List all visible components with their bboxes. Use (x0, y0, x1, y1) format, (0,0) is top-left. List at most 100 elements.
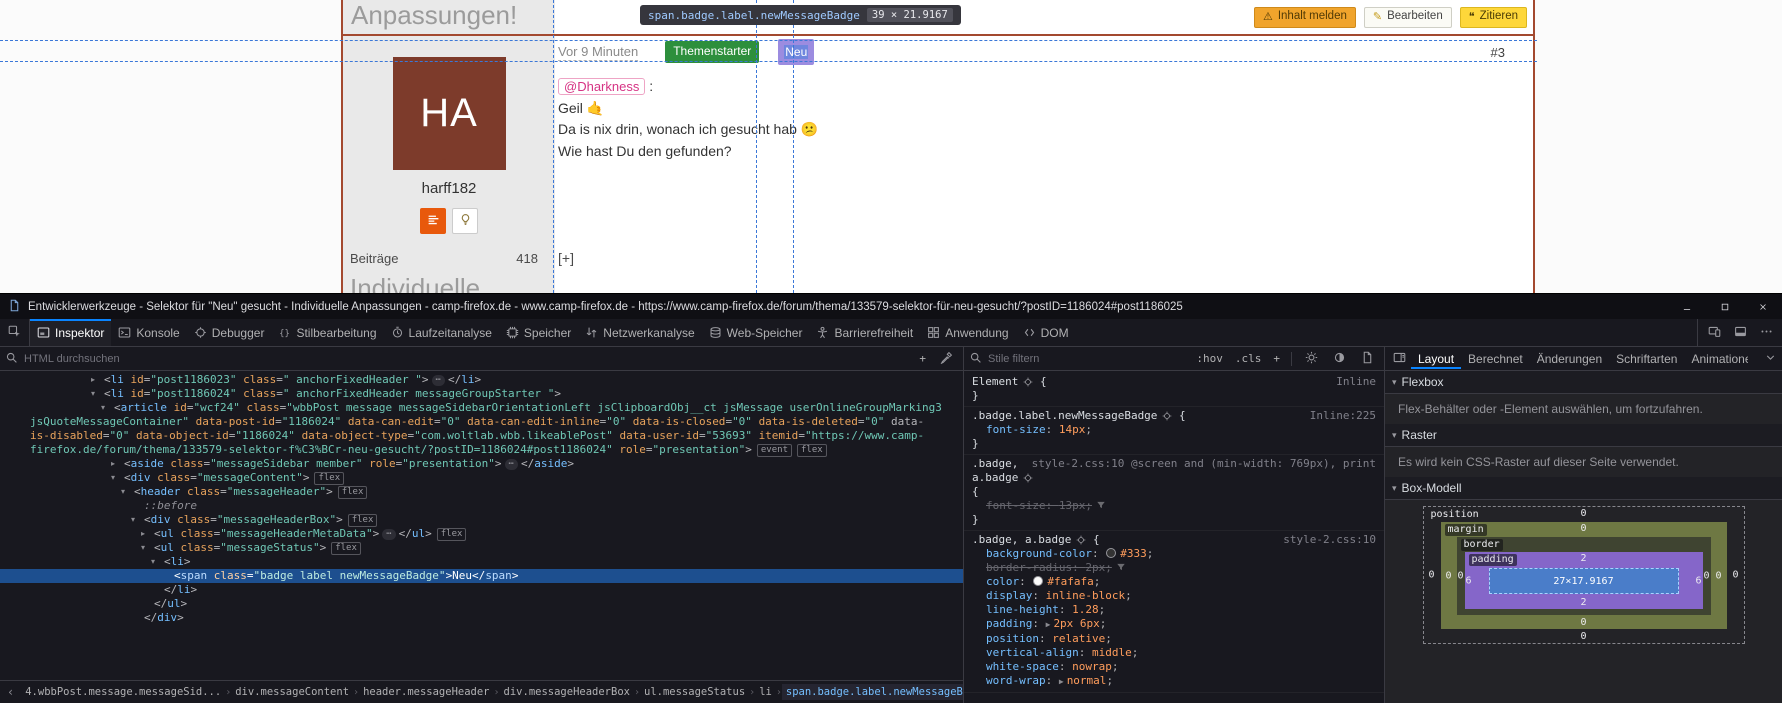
markup-row[interactable]: ▸<ul class="messageHeaderMetaData">⋯</ul… (0, 527, 963, 541)
css-declaration[interactable]: font-size: 13px; (972, 499, 1376, 513)
style-filter-input[interactable] (986, 352, 1188, 366)
markup-row[interactable]: </li> (0, 583, 963, 597)
dock-button[interactable] (1728, 319, 1752, 346)
css-declaration[interactable]: position: relative; (972, 632, 1376, 646)
markup-row[interactable]: ▾<div class="messageContent">flex (0, 471, 963, 485)
pseudo-class-button[interactable]: :hov (1192, 352, 1227, 365)
margin-top-value[interactable]: 0 (1580, 523, 1586, 534)
markup-row[interactable]: ▾<header class="messageHeader">flex (0, 485, 963, 499)
markup-row[interactable]: </div> (0, 611, 963, 625)
html-search-input[interactable] (22, 352, 911, 366)
devtools-tab-speicher[interactable]: Speicher (499, 319, 578, 346)
devtools-tab-netzwerkanalyse[interactable]: Netzwerkanalyse (578, 319, 701, 346)
flexbox-section-header[interactable]: ▾Flexbox (1385, 371, 1782, 394)
class-panel-button[interactable]: .cls (1231, 352, 1266, 365)
css-declaration[interactable]: font-size: 14px; (972, 423, 1376, 437)
devtools-tab-stilbearbeitung[interactable]: {}Stilbearbeitung (271, 319, 383, 346)
markup-row[interactable]: is-disabled="0" data-object-id="1186024"… (0, 429, 963, 443)
css-declaration[interactable]: padding: ▶2px 6px; (972, 617, 1376, 632)
lightbulb-icon[interactable] (452, 208, 478, 234)
add-rule-button[interactable]: + (1269, 352, 1284, 365)
boxmodel-section-header[interactable]: ▾Box-Modell (1385, 477, 1782, 500)
bearbeiten-button[interactable]: ✎Bearbeiten (1364, 7, 1452, 28)
padding-bottom-value[interactable]: 2 (1580, 597, 1586, 608)
sidebar-tab-änderungen[interactable]: Änderungen (1530, 348, 1609, 369)
sidebar-toggle-button[interactable] (1387, 350, 1411, 368)
inhalt-melden-button[interactable]: ⚠Inhalt melden (1254, 7, 1356, 28)
avatar[interactable]: HA (393, 57, 506, 170)
css-declaration[interactable]: display: inline-block; (972, 589, 1376, 603)
breadcrumb-item[interactable]: div.messageHeaderBox (500, 684, 634, 700)
css-declaration[interactable]: word-wrap: ▶normal; (972, 674, 1376, 689)
border-left-value[interactable]: 0 (1458, 571, 1464, 582)
maximize-button[interactable] (1706, 294, 1744, 319)
devtools-tab-konsole[interactable]: Konsole (111, 319, 186, 346)
markup-row[interactable]: ▾<li> (0, 555, 963, 569)
margin-bottom-value[interactable]: 0 (1580, 617, 1586, 628)
position-bottom-value[interactable]: 0 (1580, 631, 1586, 642)
rule-selector[interactable]: a.badge (972, 471, 1018, 485)
rule-selector[interactable]: Element (972, 375, 1018, 389)
event-badge[interactable]: event (757, 444, 792, 457)
grid-section-header[interactable]: ▾Raster (1385, 424, 1782, 447)
markup-row[interactable]: ::before (0, 499, 963, 513)
css-declaration[interactable]: color: #fafafa; (972, 575, 1376, 589)
rule-selector[interactable]: .badge, a.badge (972, 533, 1071, 547)
devtools-titlebar[interactable]: Entwicklerwerkzeuge - Selektor für "Neu"… (0, 294, 1782, 319)
light-scheme-button[interactable] (1299, 347, 1323, 370)
sidebar-tab-layout[interactable]: Layout (1411, 348, 1461, 369)
mention-link[interactable]: @Dharkness (558, 78, 645, 95)
markup-row[interactable]: ▾<li id="post1186024" class=" anchorFixe… (0, 387, 963, 401)
devtools-tab-anwendung[interactable]: Anwendung (920, 319, 1015, 346)
devtools-tab-dom[interactable]: DOM (1016, 319, 1076, 346)
flex-badge[interactable]: flex (348, 514, 378, 527)
breadcrumb-scroll-left[interactable]: ‹ (0, 685, 21, 699)
sidebar-tab-schriftarten[interactable]: Schriftarten (1609, 348, 1684, 369)
breadcrumb-item[interactable]: ul.messageStatus (640, 684, 749, 700)
rule-selector[interactable]: .badge.label.newMessageBadge (972, 409, 1157, 423)
position-left-value[interactable]: 0 (1429, 570, 1435, 581)
css-declaration[interactable]: border-radius: 2px; (972, 561, 1376, 575)
margin-left-value[interactable]: 0 (1446, 570, 1452, 581)
devtools-menu-button[interactable] (1754, 319, 1778, 346)
all-tabs-button[interactable] (1760, 350, 1780, 368)
markup-row[interactable]: ▸<li id="post1186023" class=" anchorFixe… (0, 373, 963, 387)
responsive-mode-button[interactable] (1702, 319, 1726, 346)
rule-selector[interactable]: .badge, (972, 457, 1018, 471)
rule-source-link[interactable]: style-2.css:10 (1273, 533, 1376, 547)
markup-row[interactable]: firefox.de/forum/thema/133579-selektor-f… (0, 443, 963, 457)
devtools-tab-barrierefreiheit[interactable]: Barrierefreiheit (809, 319, 920, 346)
post-time-link[interactable]: Vor 9 Minuten (558, 44, 638, 61)
markup-row-selected[interactable]: <span class="badge label newMessageBadge… (0, 569, 963, 583)
position-right-value[interactable]: 0 (1732, 570, 1738, 581)
devtools-tab-web-speicher[interactable]: Web-Speicher (702, 319, 810, 346)
markup-row[interactable]: ▾<div class="messageHeaderBox">flex (0, 513, 963, 527)
breadcrumb-item[interactable]: header.messageHeader (359, 684, 493, 700)
minimize-button[interactable] (1668, 294, 1706, 319)
breadcrumb-item[interactable]: 4.wbbPost.message.messageSid... (21, 684, 225, 700)
collapsed-children-badge[interactable]: ⋯ (432, 375, 445, 386)
print-simulation-button[interactable] (1355, 347, 1379, 370)
zitieren-button[interactable]: ❝Zitieren (1460, 7, 1527, 28)
pick-element-button[interactable] (0, 319, 30, 346)
dark-scheme-button[interactable] (1327, 347, 1351, 370)
flex-badge[interactable]: flex (437, 528, 467, 541)
eyedropper-button[interactable] (934, 347, 958, 370)
breadcrumb-item[interactable]: span.badge.label.newMessageBadge (782, 684, 963, 700)
flex-badge[interactable]: flex (314, 472, 344, 485)
sidebar-tab-animationen[interactable]: Animationen (1684, 348, 1748, 369)
breadcrumb-item[interactable]: li (755, 684, 776, 700)
padding-right-value[interactable]: 6 (1695, 575, 1701, 586)
collapsed-children-badge[interactable]: ⋯ (382, 529, 395, 540)
css-declaration[interactable]: vertical-align: middle; (972, 646, 1376, 660)
devtools-tab-debugger[interactable]: Debugger (187, 319, 272, 346)
rule-source-link[interactable]: Inline:225 (1300, 409, 1376, 423)
markup-row[interactable]: ▾<ul class="messageStatus">flex (0, 541, 963, 555)
flex-badge[interactable]: flex (338, 486, 368, 499)
devtools-tab-inspektor[interactable]: Inspektor (30, 319, 111, 346)
box-model-content[interactable]: 27×17.9167 (1489, 568, 1679, 594)
post-number-link[interactable]: #3 (1491, 45, 1533, 60)
user-posts-icon[interactable] (420, 208, 446, 234)
css-declaration[interactable]: white-space: nowrap; (972, 660, 1376, 674)
markup-row[interactable]: ▾<article id="wcf24" class="wbbPost mess… (0, 401, 963, 415)
